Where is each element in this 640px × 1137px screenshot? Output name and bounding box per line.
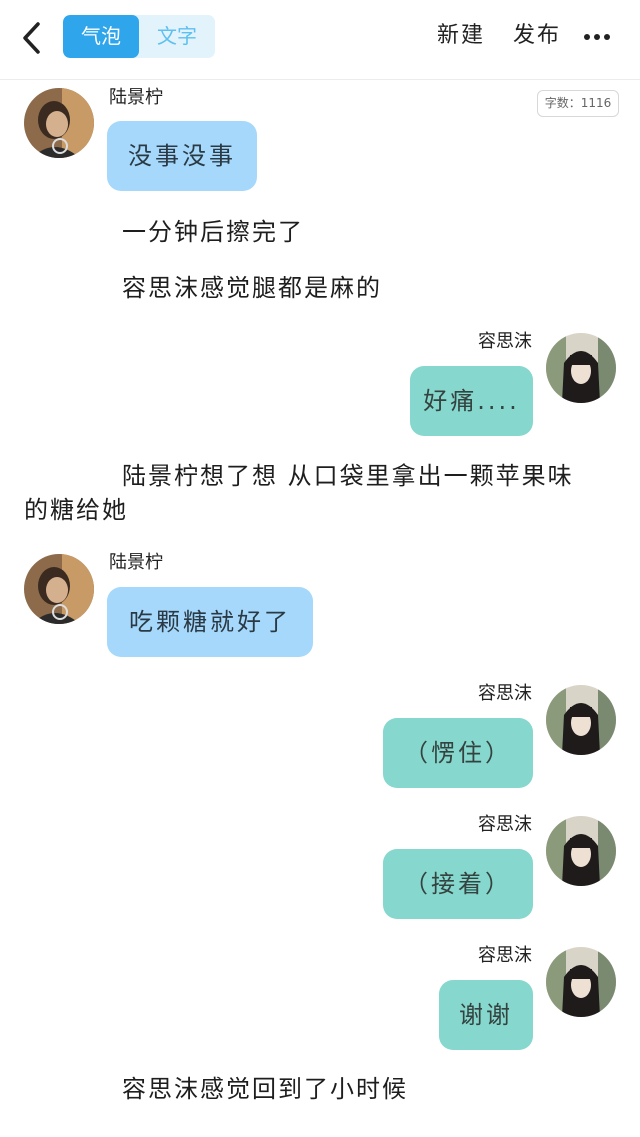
message-bubble[interactable]: 谢谢 (439, 980, 533, 1050)
sender-name: 容思沫 (478, 945, 532, 966)
narration-text: 的糖给她 (24, 496, 128, 524)
sender-name: 容思沫 (478, 814, 532, 835)
word-count-badge: 字数：1116 (537, 90, 619, 117)
narration-text: 容思沫感觉腿都是麻的 (122, 274, 382, 302)
tab-text[interactable]: 文字 (139, 15, 215, 58)
message-bubble[interactable]: 好痛.... (410, 366, 533, 436)
message-bubble[interactable]: 吃颗糖就好了 (107, 587, 313, 657)
message-bubble[interactable]: （接着） (383, 849, 533, 919)
new-button[interactable]: 新建 (437, 20, 485, 52)
publish-button[interactable]: 发布 (513, 20, 561, 52)
sender-name: 陆景柠 (109, 87, 163, 108)
back-button[interactable] (18, 18, 48, 58)
avatar[interactable] (546, 947, 616, 1017)
chevron-left-icon (23, 22, 40, 54)
more-button[interactable] (584, 22, 614, 52)
tab-bubble[interactable]: 气泡 (63, 15, 139, 58)
avatar[interactable] (24, 88, 94, 158)
mode-switch: 气泡 文字 (63, 15, 215, 58)
avatar[interactable] (546, 816, 616, 886)
narration-text: 一分钟后擦完了 (122, 218, 304, 246)
avatar[interactable] (546, 685, 616, 755)
message-bubble[interactable]: （愣住） (383, 718, 533, 788)
sender-name: 陆景柠 (109, 552, 163, 573)
message-bubble[interactable]: 没事没事 (107, 121, 257, 191)
avatar[interactable] (546, 333, 616, 403)
sender-name: 容思沫 (478, 683, 532, 704)
sender-name: 容思沫 (478, 331, 532, 352)
top-bar: 气泡 文字 新建 发布 (0, 0, 640, 80)
avatar[interactable] (24, 554, 94, 624)
narration-text: 陆景柠想了想 从口袋里拿出一颗苹果味 (122, 462, 574, 490)
narration-text: 容思沫感觉回到了小时候 (122, 1075, 408, 1103)
